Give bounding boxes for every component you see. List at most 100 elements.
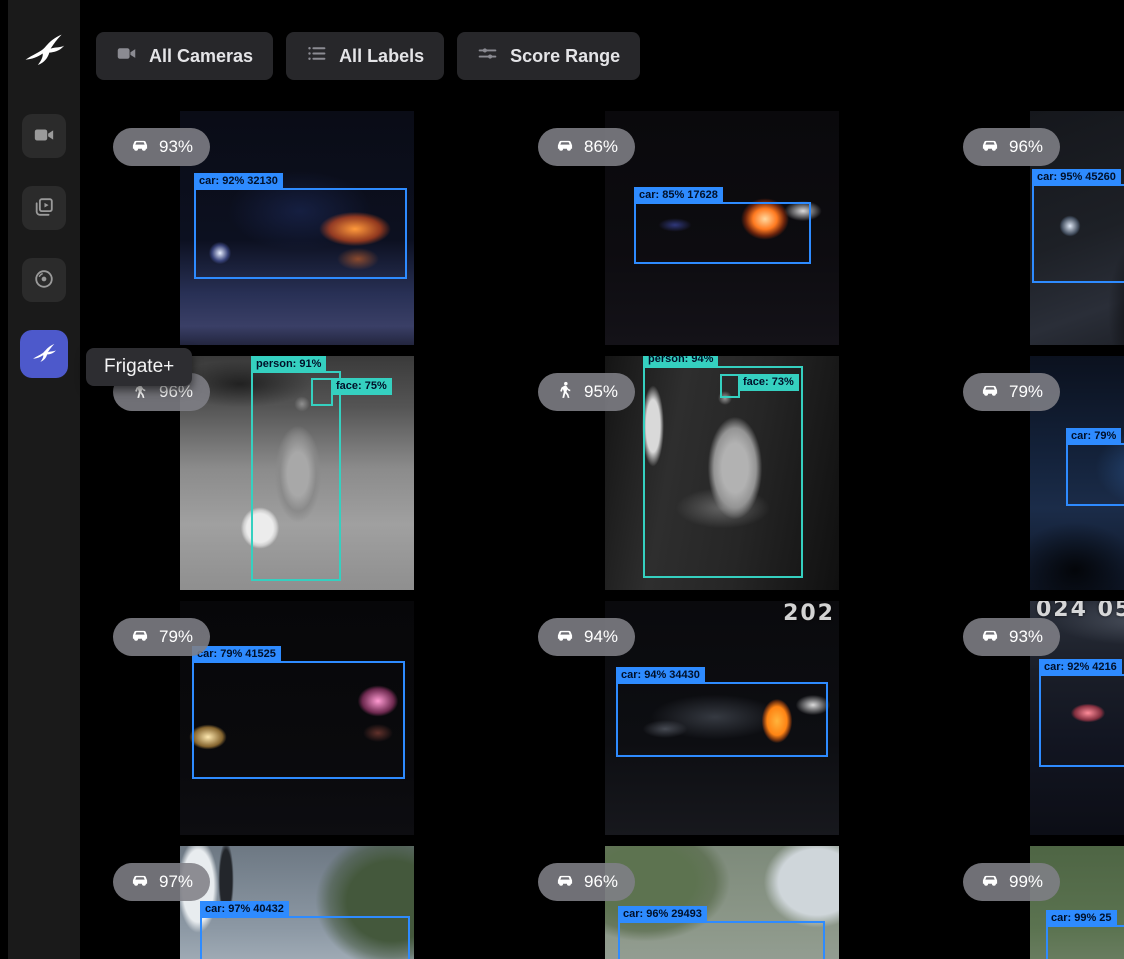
- score-badge: 96%: [538, 863, 635, 901]
- score-badge-label: 93%: [1009, 627, 1043, 647]
- score-badge: 95%: [538, 373, 635, 411]
- detection-cell[interactable]: car: 95% 45260 96%: [946, 111, 1124, 345]
- sidebar-nav: [20, 114, 68, 378]
- detection-cell[interactable]: 202 car: 94% 34430 94%: [521, 601, 946, 835]
- car-icon: [980, 135, 1000, 160]
- score-badge-label: 99%: [1009, 872, 1043, 892]
- score-badge-label: 97%: [159, 872, 193, 892]
- bounding-box: car: 92% 4216: [1039, 674, 1124, 767]
- bounding-box-label: car: 85% 17628: [634, 187, 723, 204]
- score-badge-label: 93%: [159, 137, 193, 157]
- bounding-box-label: car: 99% 25: [1046, 910, 1117, 927]
- face-box-label: face: 75%: [331, 378, 392, 395]
- bounding-box-label: car: 97% 40432: [200, 901, 289, 918]
- bounding-box: car: 79% 41525: [192, 661, 405, 779]
- sidebar-item-review[interactable]: [22, 186, 66, 230]
- detection-thumbnail: car: 79% 41525: [180, 601, 414, 835]
- detection-thumbnail: car: 92% 32130: [180, 111, 414, 345]
- main-content: All Cameras All Labels Score Range car: …: [80, 0, 1124, 959]
- bounding-box-label: car: 92% 32130: [194, 173, 283, 190]
- all-labels-label: All Labels: [339, 46, 424, 67]
- detection-cell[interactable]: car: 85% 17628 86%: [521, 111, 946, 345]
- bounding-box: car: 99% 25: [1046, 925, 1124, 959]
- bounding-box: car: 97% 40432: [200, 916, 410, 959]
- bounding-box-label: car: 95% 45260: [1032, 169, 1121, 186]
- score-badge-label: 86%: [584, 137, 618, 157]
- score-badge: 94%: [538, 618, 635, 656]
- frigate-bird-icon: [31, 340, 57, 369]
- bounding-box: car: 92% 32130: [194, 188, 407, 279]
- bounding-box-label: car: 79%: [1066, 428, 1121, 445]
- sliders-icon: [477, 43, 498, 69]
- car-icon: [130, 870, 150, 895]
- score-badge: 93%: [113, 128, 210, 166]
- score-badge: 97%: [113, 863, 210, 901]
- detection-cell[interactable]: car: 79% 79%: [946, 356, 1124, 590]
- all-labels-filter-button[interactable]: All Labels: [286, 32, 444, 80]
- detection-thumbnail: car: 97% 40432: [180, 846, 414, 959]
- video-camera-icon: [116, 43, 137, 69]
- car-icon: [130, 135, 150, 160]
- detections-grid: car: 92% 32130 93% car: 85% 17628 86%: [96, 111, 1124, 959]
- face-bounding-box: face: 73%: [720, 374, 740, 398]
- all-cameras-label: All Cameras: [149, 46, 253, 67]
- car-icon: [555, 135, 575, 160]
- detection-cell[interactable]: person: 91% face: 75% 96%: [96, 356, 521, 590]
- frigate-plus-tooltip: Frigate+: [86, 348, 192, 386]
- bounding-box: car: 95% 45260: [1032, 184, 1124, 283]
- bounding-box: car: 85% 17628: [634, 202, 811, 264]
- detection-cell[interactable]: car: 92% 32130 93%: [96, 111, 521, 345]
- score-badge-label: 96%: [584, 872, 618, 892]
- detection-thumbnail: car: 96% 29493: [605, 846, 839, 959]
- car-icon: [980, 625, 1000, 650]
- app-root: All Cameras All Labels Score Range car: …: [0, 0, 1124, 959]
- review-icon: [33, 196, 55, 221]
- sidebar-rail: [8, 0, 80, 959]
- list-icon: [306, 43, 327, 69]
- car-icon: [980, 380, 1000, 405]
- score-badge: 96%: [963, 128, 1060, 166]
- detection-cell[interactable]: car: 99% 25 99%: [946, 846, 1124, 959]
- score-badge: 79%: [113, 618, 210, 656]
- detection-cell[interactable]: car: 79% 41525 79%: [96, 601, 521, 835]
- detection-cell[interactable]: car: 96% 29493 96%: [521, 846, 946, 959]
- all-cameras-filter-button[interactable]: All Cameras: [96, 32, 273, 80]
- score-badge: 99%: [963, 863, 1060, 901]
- record-disc-icon: [33, 268, 55, 293]
- detection-cell[interactable]: car: 97% 40432 97%: [96, 846, 521, 959]
- bounding-box-label: person: 94%: [643, 356, 718, 368]
- detection-cell[interactable]: person: 94% face: 73% 95%: [521, 356, 946, 590]
- car-icon: [130, 625, 150, 650]
- sidebar: [0, 0, 80, 959]
- camera-timestamp-overlay: 202: [783, 601, 835, 626]
- score-badge-label: 94%: [584, 627, 618, 647]
- score-badge-label: 79%: [1009, 382, 1043, 402]
- bounding-box: car: 79%: [1066, 443, 1124, 506]
- sidebar-item-frigate-plus[interactable]: [20, 330, 68, 378]
- video-camera-icon: [33, 124, 55, 149]
- bounding-box-label: car: 96% 29493: [618, 906, 707, 923]
- detection-cell[interactable]: 024 05 0 car: 92% 4216 93%: [946, 601, 1124, 835]
- bounding-box: car: 96% 29493: [618, 921, 825, 959]
- score-badge-label: 96%: [1009, 137, 1043, 157]
- detection-thumbnail: person: 94% face: 73%: [605, 356, 839, 590]
- bounding-box: car: 94% 34430: [616, 682, 828, 757]
- score-badge: 86%: [538, 128, 635, 166]
- face-bounding-box: face: 75%: [311, 378, 333, 406]
- detection-thumbnail: 202 car: 94% 34430: [605, 601, 839, 835]
- score-badge-label: 79%: [159, 627, 193, 647]
- person-icon: [555, 380, 575, 405]
- score-range-filter-button[interactable]: Score Range: [457, 32, 640, 80]
- score-badge: 79%: [963, 373, 1060, 411]
- score-badge: 93%: [963, 618, 1060, 656]
- face-box-label: face: 73%: [738, 374, 799, 391]
- frigate-logo-icon[interactable]: [20, 26, 68, 74]
- car-icon: [555, 870, 575, 895]
- detection-thumbnail: person: 91% face: 75%: [180, 356, 414, 590]
- sidebar-item-live[interactable]: [22, 114, 66, 158]
- camera-timestamp-overlay: 024 05 0: [1036, 601, 1124, 622]
- sidebar-item-export[interactable]: [22, 258, 66, 302]
- car-icon: [555, 625, 575, 650]
- bounding-box-label: person: 91%: [251, 356, 326, 373]
- score-range-label: Score Range: [510, 46, 620, 67]
